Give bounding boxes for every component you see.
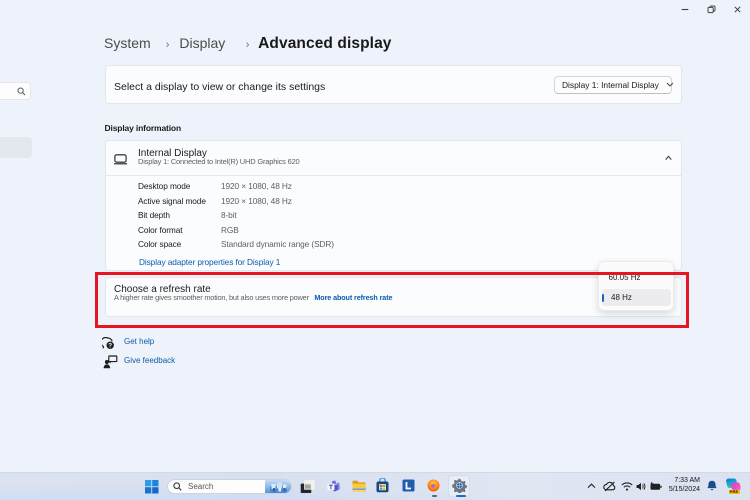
svg-text:?: ?	[108, 342, 112, 349]
